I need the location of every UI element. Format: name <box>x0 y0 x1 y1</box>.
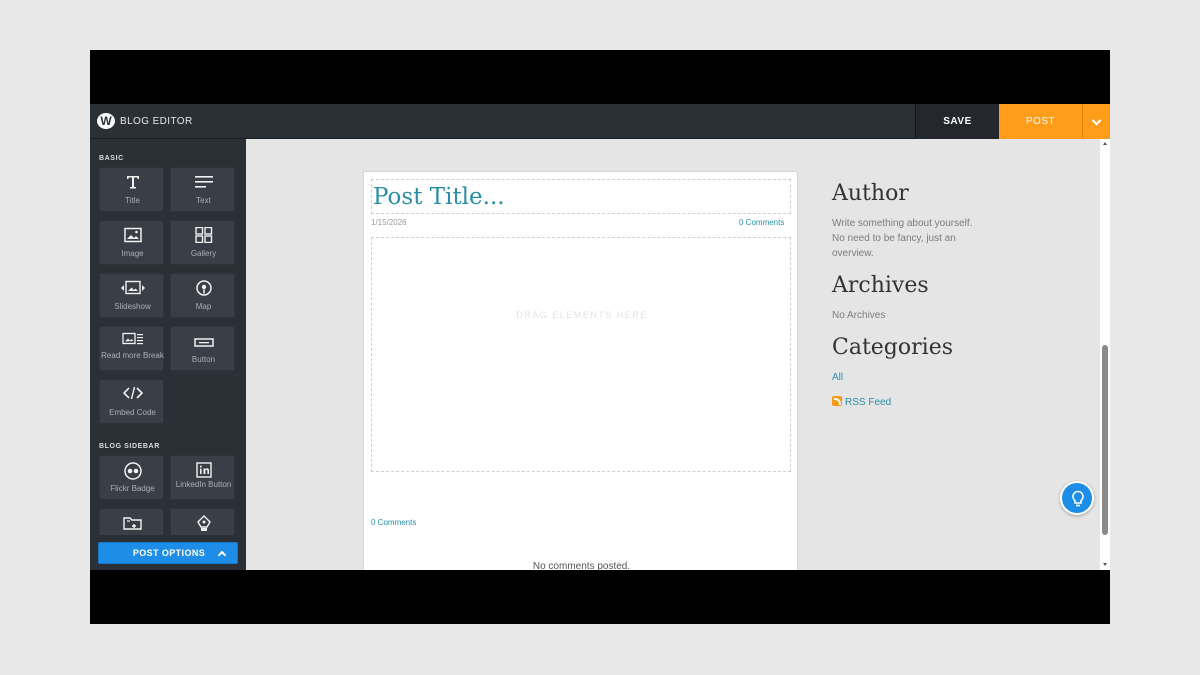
element-label: Slideshow <box>114 302 151 311</box>
archives-text: No Archives <box>832 310 886 321</box>
save-button[interactable]: SAVE <box>915 104 999 139</box>
folder-icon <box>100 515 165 531</box>
sidebar-footer: POST OPTIONS <box>90 535 246 570</box>
help-button[interactable] <box>1060 481 1094 515</box>
post-card: Post Title... 1/15/2026 0 Comments DRAG … <box>363 171 798 570</box>
logo-letter: W <box>100 114 112 128</box>
element-label: Title <box>125 196 140 205</box>
button-icon <box>171 335 236 351</box>
rss-icon <box>832 396 842 406</box>
linkedin-icon <box>171 462 236 478</box>
categories-heading: Categories <box>832 335 953 360</box>
code-icon <box>100 386 165 402</box>
top-bar: W BLOG EDITOR SAVE POST <box>90 104 1110 139</box>
category-all-link[interactable]: All <box>832 371 843 384</box>
element-slideshow[interactable]: Slideshow <box>99 273 164 318</box>
scrollbar-thumb[interactable] <box>1102 345 1108 535</box>
author-text: Write something about yourself. No need … <box>832 218 973 259</box>
element-label: Text <box>196 196 211 205</box>
post-options-dropdown-button[interactable] <box>1082 104 1110 139</box>
screen-frame: W BLOG EDITOR SAVE POST BASIC Title Text <box>90 50 1110 624</box>
chevron-down-icon <box>1091 115 1102 126</box>
drop-placeholder: DRAG ELEMENTS HERE <box>516 310 648 320</box>
rss-feed-label: RSS Feed <box>845 397 892 408</box>
element-label: Gallery <box>190 249 217 258</box>
element-label: Read more Break <box>101 351 164 360</box>
element-gallery[interactable]: Gallery <box>170 220 235 265</box>
scroll-up-arrow-icon[interactable] <box>1103 142 1107 145</box>
weebly-logo-icon[interactable]: W <box>97 113 115 129</box>
element-label: LinkedIn Button <box>175 480 232 489</box>
drop-zone[interactable]: DRAG ELEMENTS HERE <box>371 237 791 472</box>
archives-heading: Archives <box>832 273 929 298</box>
pen-icon <box>171 515 236 531</box>
lightbulb-icon <box>1072 490 1084 507</box>
post-title-box[interactable]: Post Title... <box>371 179 791 214</box>
post-title[interactable]: Post Title... <box>373 183 505 211</box>
flickr-icon <box>100 462 165 480</box>
scroll-down-arrow-icon[interactable] <box>1103 563 1107 566</box>
map-pin-icon <box>171 280 236 296</box>
title-icon <box>100 174 165 190</box>
text-icon <box>171 174 236 190</box>
rss-feed-link[interactable]: RSS Feed <box>832 396 891 409</box>
slideshow-icon <box>100 280 165 296</box>
element-label: Map <box>195 302 212 311</box>
element-title[interactable]: Title <box>99 167 164 212</box>
element-label: Flickr Badge <box>110 484 155 493</box>
section-label-blog-sidebar: BLOG SIDEBAR <box>99 443 160 450</box>
section-label-basic: BASIC <box>99 155 124 162</box>
element-linkedin-button[interactable]: LinkedIn Button <box>170 455 235 500</box>
blog-editor-app: W BLOG EDITOR SAVE POST BASIC Title Text <box>90 104 1110 570</box>
post-options-button[interactable]: POST OPTIONS <box>98 542 238 564</box>
element-flickr-badge[interactable]: Flickr Badge <box>99 455 164 500</box>
element-label: Embed Code <box>109 408 156 417</box>
element-label: Button <box>191 355 216 364</box>
element-read-more-break[interactable]: Read more Break <box>99 326 164 371</box>
gallery-icon <box>171 226 236 244</box>
element-text[interactable]: Text <box>170 167 235 212</box>
app-title: BLOG EDITOR <box>120 116 193 127</box>
elements-sidebar: BASIC Title Text Image Gallery Slideshow… <box>90 139 246 570</box>
element-embed-code[interactable]: Embed Code <box>99 379 164 424</box>
element-map[interactable]: Map <box>170 273 235 318</box>
element-button[interactable]: Button <box>170 326 235 371</box>
read-more-icon <box>100 332 165 348</box>
post-date: 1/15/2026 <box>371 218 407 227</box>
editor-canvas: Post Title... 1/15/2026 0 Comments DRAG … <box>246 139 1100 570</box>
comments-link-top[interactable]: 0 Comments <box>739 218 784 228</box>
post-button[interactable]: POST <box>999 104 1082 139</box>
no-comments-text: No comments posted. <box>532 561 631 570</box>
canvas-scrollbar[interactable] <box>1100 139 1110 570</box>
element-image[interactable]: Image <box>99 220 164 265</box>
element-label: Image <box>121 249 144 258</box>
image-icon <box>100 227 165 243</box>
comments-link-bottom[interactable]: 0 Comments <box>371 518 416 528</box>
author-heading: Author <box>832 181 909 206</box>
